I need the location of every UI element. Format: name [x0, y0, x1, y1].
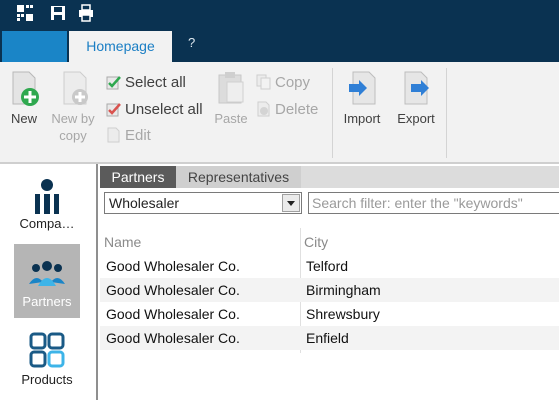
- table-row[interactable]: Good Wholesaler Co. Birmingham: [100, 278, 559, 302]
- edit-label: Edit: [125, 127, 151, 144]
- cell-city: Enfield: [306, 330, 349, 346]
- new-label: New: [10, 111, 37, 126]
- copy-label: Copy: [275, 74, 311, 91]
- new-by-copy-icon: [63, 71, 88, 105]
- application-menu-button[interactable]: [2, 31, 67, 62]
- export-icon: [404, 71, 429, 105]
- table-row[interactable]: Good Wholesaler Co. Shrewsbury: [100, 302, 559, 326]
- cell-city: Shrewsbury: [306, 306, 380, 322]
- cell-city: Birmingham: [306, 282, 381, 298]
- import-icon: [349, 71, 376, 105]
- layout-icon[interactable]: [16, 4, 34, 22]
- column-header-city[interactable]: City: [304, 234, 328, 250]
- chevron-down-icon: [287, 201, 295, 206]
- new-by-copy-button[interactable]: New by copy: [48, 70, 98, 144]
- print-icon[interactable]: [77, 4, 95, 22]
- cell-name: Good Wholesaler Co.: [106, 258, 240, 274]
- cell-name: Good Wholesaler Co.: [106, 282, 240, 298]
- table-row[interactable]: Good Wholesaler Co. Telford: [100, 254, 559, 278]
- export-button[interactable]: Export: [392, 70, 440, 127]
- ribbon-separator: [332, 68, 333, 158]
- tab-help[interactable]: ?: [188, 35, 195, 50]
- new-by-copy-label: New by copy: [51, 111, 95, 143]
- paste-button[interactable]: Paste: [210, 70, 252, 127]
- nav-products-label: Products: [21, 372, 73, 387]
- cell-name: Good Wholesaler Co.: [106, 306, 240, 322]
- nav-item-companies[interactable]: Compa…: [14, 178, 80, 240]
- filter-bar: Wholesaler: [100, 188, 559, 218]
- partner-type-value: Wholesaler: [109, 195, 180, 211]
- ribbon-tab-strip: Homepage ?: [0, 29, 559, 62]
- nav-item-products[interactable]: Products: [14, 332, 80, 396]
- partner-type-select[interactable]: Wholesaler: [104, 192, 302, 214]
- tab-partners[interactable]: Partners: [100, 166, 176, 188]
- edit-icon: [107, 127, 120, 143]
- export-label: Export: [397, 111, 435, 126]
- new-document-icon: [12, 71, 39, 106]
- import-button[interactable]: Import: [338, 70, 386, 127]
- new-button[interactable]: New: [4, 70, 44, 127]
- column-header-name[interactable]: Name: [104, 234, 141, 250]
- dropdown-button[interactable]: [282, 194, 300, 212]
- unselect-all-label: Unselect all: [125, 101, 203, 118]
- nav-companies-label: Compa…: [19, 216, 75, 231]
- unselect-all-icon: [106, 103, 121, 117]
- unselect-all-button[interactable]: Unselect all: [106, 99, 203, 121]
- company-icon: [35, 179, 59, 214]
- nav-partners-label: Partners: [22, 294, 72, 309]
- products-icon: [29, 332, 65, 368]
- delete-button[interactable]: Delete: [256, 99, 318, 121]
- select-all-button[interactable]: Select all: [106, 72, 186, 94]
- delete-icon: [257, 101, 270, 117]
- table-row[interactable]: Good Wholesaler Co. Enfield: [100, 326, 559, 350]
- search-input[interactable]: [308, 192, 559, 214]
- title-bar: [0, 0, 559, 29]
- delete-label: Delete: [275, 101, 319, 118]
- nav-item-partners[interactable]: Partners: [14, 244, 80, 318]
- partners-icon: [29, 261, 65, 286]
- content-tab-strip: Partners Representatives: [100, 166, 559, 188]
- cell-name: Good Wholesaler Co.: [106, 330, 240, 346]
- ribbon-panel: New New by copy Select all Unselect all …: [0, 62, 559, 164]
- cell-city: Telford: [306, 258, 349, 274]
- grid-header: Name City: [100, 228, 559, 254]
- tab-homepage[interactable]: Homepage: [69, 31, 172, 62]
- select-all-icon: [106, 76, 121, 90]
- copy-button[interactable]: Copy: [256, 72, 310, 94]
- import-label: Import: [343, 111, 381, 126]
- partners-grid: Name City Good Wholesaler Co. Telford Go…: [100, 228, 559, 353]
- ribbon-separator: [446, 68, 447, 158]
- tab-representatives[interactable]: Representatives: [176, 166, 301, 188]
- save-icon[interactable]: [49, 4, 67, 22]
- left-navigation: Compa… Partners Products: [0, 164, 98, 400]
- paste-label: Paste: [214, 111, 248, 126]
- copy-icon: [256, 74, 271, 90]
- select-all-label: Select all: [125, 74, 186, 91]
- edit-button[interactable]: Edit: [106, 125, 151, 147]
- paste-icon: [218, 72, 244, 104]
